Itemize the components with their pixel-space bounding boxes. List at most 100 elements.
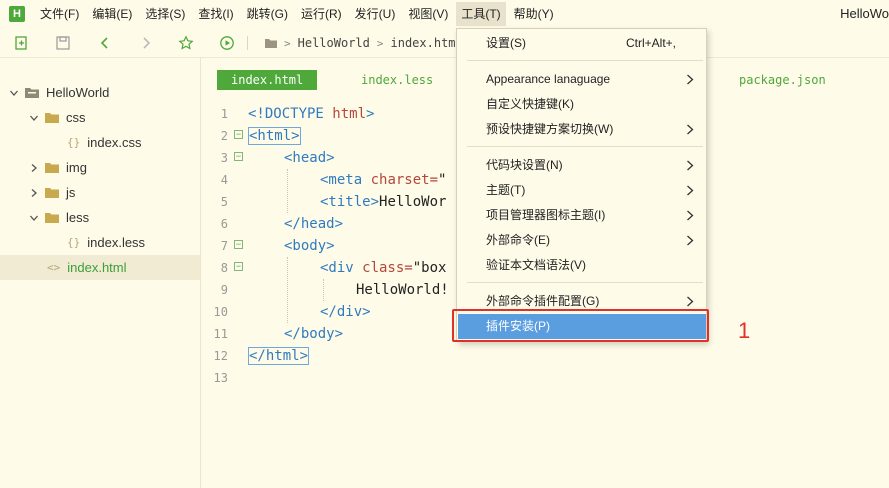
tab-package-json[interactable]: package.json xyxy=(739,70,826,90)
menu-item-custom-shortcuts[interactable]: 自定义快捷键(K) xyxy=(458,92,706,117)
code-line[interactable]: <meta charset=" xyxy=(320,169,446,191)
fold-icon[interactable]: − xyxy=(234,130,243,139)
code-line[interactable]: <body> xyxy=(284,235,335,257)
menu-file[interactable]: 文件(F) xyxy=(35,2,84,26)
tree-item-less[interactable]: less xyxy=(0,205,200,230)
folder-icon xyxy=(45,188,59,198)
tree-item-index-html[interactable]: <> index.html xyxy=(0,255,200,280)
less-file-icon: {} xyxy=(67,236,81,249)
chevron-right-icon xyxy=(687,210,694,221)
line-number: 5 xyxy=(220,195,228,209)
menu-item-label: 外部命令(E) xyxy=(486,233,550,247)
new-file-icon[interactable] xyxy=(14,35,30,51)
chevron-down-icon[interactable] xyxy=(29,213,39,223)
menu-bar: H 文件(F) 编辑(E) 选择(S) 查找(I) 跳转(G) 运行(R) 发行… xyxy=(0,0,889,28)
html-file-icon: <> xyxy=(47,261,61,274)
back-icon[interactable] xyxy=(97,35,113,51)
menu-item-label: 项目管理器图标主题(I) xyxy=(486,208,606,222)
line-number: 4 xyxy=(220,173,228,187)
code-line[interactable]: <div class="box xyxy=(320,257,446,279)
menu-item-appearance-language[interactable]: Appearance lanaguage xyxy=(458,67,706,92)
code-value: " xyxy=(438,172,447,188)
menu-item-icon-theme[interactable]: 项目管理器图标主题(I) xyxy=(458,203,706,228)
code-line[interactable]: </head> xyxy=(284,213,343,235)
tree-label: index.less xyxy=(87,235,146,250)
code-text: HelloWor xyxy=(379,194,447,210)
folder-icon xyxy=(45,163,59,173)
tree-item-img[interactable]: img xyxy=(0,155,200,180)
code-line[interactable]: </html> xyxy=(248,345,310,367)
chevron-down-icon[interactable] xyxy=(9,88,19,98)
indent-guide xyxy=(323,279,324,301)
menu-item-label: 外部命令插件配置(G) xyxy=(486,294,600,308)
menu-separator xyxy=(467,60,703,61)
breadcrumb-project[interactable]: HelloWorld xyxy=(298,36,370,50)
code-line[interactable]: <html> xyxy=(248,125,301,147)
tab-index-less[interactable]: index.less xyxy=(361,70,433,90)
forward-icon[interactable] xyxy=(138,35,154,51)
menu-item-shortcut-scheme[interactable]: 预设快捷键方案切换(W) xyxy=(458,117,706,142)
menu-view[interactable]: 视图(V) xyxy=(403,2,453,26)
code-line[interactable]: <!DOCTYPE html> xyxy=(248,103,374,125)
code-doctype-html: html xyxy=(323,106,367,122)
annotation-highlight-box xyxy=(452,309,709,342)
menu-item-validate-syntax[interactable]: 验证本文档语法(V) xyxy=(458,253,706,278)
fold-icon[interactable]: − xyxy=(234,262,243,271)
line-number: 12 xyxy=(213,349,228,363)
folder-icon xyxy=(45,113,59,123)
menu-item-snippet-settings[interactable]: 代码块设置(N) xyxy=(458,153,706,178)
chevron-right-icon[interactable] xyxy=(29,188,39,198)
fold-icon[interactable]: − xyxy=(234,240,243,249)
window-title: HelloWo xyxy=(840,6,889,21)
chevron-down-icon[interactable] xyxy=(29,113,39,123)
menu-tools[interactable]: 工具(T) xyxy=(456,2,506,26)
chevron-right-icon xyxy=(687,74,694,85)
code-line[interactable]: </body> xyxy=(284,323,343,345)
menu-edit[interactable]: 编辑(E) xyxy=(87,2,137,26)
line-number: 13 xyxy=(213,371,228,385)
breadcrumb-file[interactable]: index.html xyxy=(391,36,463,50)
menu-item-external-commands[interactable]: 外部命令(E) xyxy=(458,228,706,253)
line-number: 6 xyxy=(220,217,228,231)
menu-publish[interactable]: 发行(U) xyxy=(350,2,401,26)
code-line[interactable]: <head> xyxy=(284,147,335,169)
tree-item-css[interactable]: css xyxy=(0,105,200,130)
line-number: 2 xyxy=(220,129,228,143)
menu-run[interactable]: 运行(R) xyxy=(296,2,347,26)
folder-icon xyxy=(264,37,278,49)
run-icon[interactable] xyxy=(219,35,235,51)
css-file-icon: {} xyxy=(67,136,81,149)
toolbar-separator xyxy=(247,36,248,50)
menu-item-label: 代码块设置(N) xyxy=(486,158,563,172)
code-line[interactable]: HelloWorld! xyxy=(356,279,449,301)
menu-select[interactable]: 选择(S) xyxy=(140,2,190,26)
project-explorer: HelloWorld css {} index.css img js less … xyxy=(0,58,201,488)
menu-help[interactable]: 帮助(Y) xyxy=(509,2,559,26)
menu-goto[interactable]: 跳转(G) xyxy=(242,2,293,26)
chevron-right-icon[interactable] xyxy=(29,163,39,173)
menu-item-settings[interactable]: 设置(S) Ctrl+Alt+, xyxy=(458,31,706,56)
tree-item-helloworld[interactable]: HelloWorld xyxy=(0,80,200,105)
fold-icon[interactable]: − xyxy=(234,152,243,161)
code-text: HelloWorld! xyxy=(356,282,449,298)
tree-item-index-css[interactable]: {} index.css xyxy=(0,130,200,155)
code-tag: <div xyxy=(320,260,354,276)
star-icon[interactable] xyxy=(178,35,194,51)
save-icon[interactable] xyxy=(55,35,71,51)
code-doctype: <!DOCTYPE xyxy=(248,106,324,122)
code-line[interactable]: </div> xyxy=(320,301,371,323)
line-number: 11 xyxy=(213,327,228,341)
tab-index-html[interactable]: index.html xyxy=(217,70,318,90)
code-tag: </html> xyxy=(248,347,310,365)
menu-find[interactable]: 查找(I) xyxy=(193,2,238,26)
tree-item-index-less[interactable]: {} index.less xyxy=(0,230,200,255)
tree-item-js[interactable]: js xyxy=(0,180,200,205)
menu-item-label: 设置(S) xyxy=(486,36,526,50)
line-number: 1 xyxy=(220,107,228,121)
breadcrumb: > HelloWorld > index.html xyxy=(264,35,463,51)
menu-item-theme[interactable]: 主题(T) xyxy=(458,178,706,203)
tree-label: less xyxy=(66,210,90,225)
folder-icon xyxy=(45,213,59,223)
code-tag: <body> xyxy=(284,238,335,254)
code-line[interactable]: <title>HelloWor xyxy=(320,191,446,213)
